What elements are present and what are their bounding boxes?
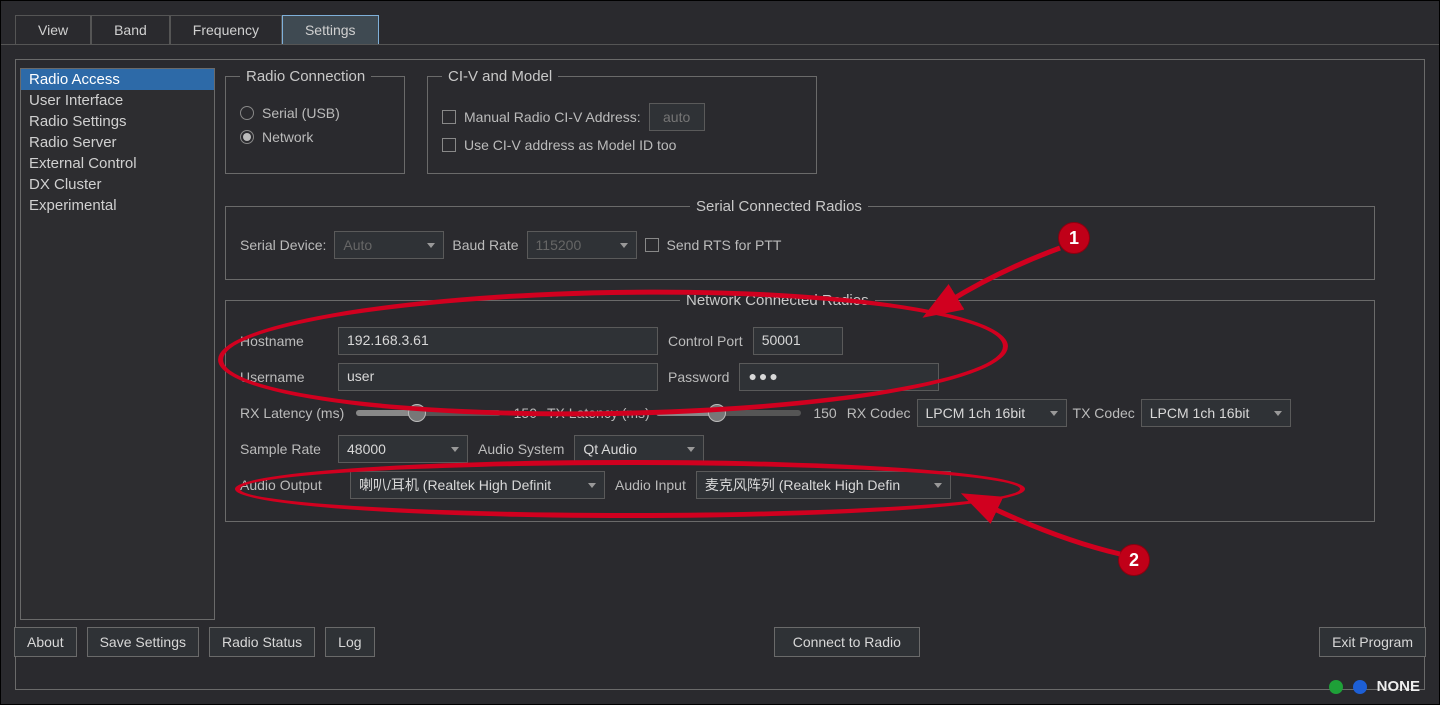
- baud-value: 115200: [536, 237, 582, 253]
- sidebar-item-radio-access[interactable]: Radio Access: [21, 69, 214, 90]
- rx-codec-value: LPCM 1ch 16bit: [926, 405, 1026, 421]
- label-rx-codec: RX Codec: [847, 405, 911, 421]
- input-username[interactable]: user: [338, 363, 658, 391]
- sidebar-item-dx-cluster[interactable]: DX Cluster: [21, 174, 214, 195]
- connect-to-radio-button[interactable]: Connect to Radio: [774, 627, 920, 657]
- select-audio-system[interactable]: Qt Audio: [574, 435, 704, 463]
- label-password: Password: [668, 369, 729, 385]
- caret-icon: [451, 447, 459, 452]
- caret-icon: [588, 483, 596, 488]
- checkbox-send-rts[interactable]: [645, 238, 659, 252]
- group-network-connected-radios: Network Connected Radios Hostname 192.16…: [225, 292, 1375, 522]
- radio-network[interactable]: Network: [240, 129, 390, 145]
- label-manual-civ: Manual Radio CI-V Address:: [464, 109, 641, 125]
- tab-settings[interactable]: Settings: [282, 15, 379, 44]
- app-window: View Band Frequency Settings Radio Acces…: [0, 0, 1440, 705]
- group-radio-connection: Radio Connection Serial (USB) Network: [225, 68, 405, 174]
- select-serial-device: Auto: [334, 231, 444, 259]
- label-baud-rate: Baud Rate: [452, 237, 518, 253]
- legend-serial: Serial Connected Radios: [690, 198, 868, 215]
- sidebar-item-user-interface[interactable]: User Interface: [21, 90, 214, 111]
- sidebar-item-experimental[interactable]: Experimental: [21, 195, 214, 216]
- rx-latency-value: 150: [507, 405, 537, 421]
- status-led-green-icon: [1329, 680, 1343, 694]
- select-rx-codec[interactable]: LPCM 1ch 16bit: [917, 399, 1067, 427]
- radio-icon: [240, 106, 254, 120]
- input-control-port[interactable]: 50001: [753, 327, 843, 355]
- slider-tx-latency[interactable]: [656, 410, 801, 416]
- sidebar-item-external-control[interactable]: External Control: [21, 153, 214, 174]
- input-password[interactable]: ●●●: [739, 363, 939, 391]
- radio-network-label: Network: [262, 129, 313, 145]
- annotation-arrow-2-icon: [980, 500, 1140, 570]
- tx-latency-value: 150: [807, 405, 837, 421]
- label-sample-rate: Sample Rate: [240, 441, 328, 457]
- slider-rx-latency[interactable]: [356, 410, 501, 416]
- annotation-arrow-1-icon: [940, 240, 1080, 320]
- label-audio-output: Audio Output: [240, 477, 340, 493]
- log-button[interactable]: Log: [325, 627, 374, 657]
- save-settings-button[interactable]: Save Settings: [87, 627, 199, 657]
- caret-icon: [427, 243, 435, 248]
- select-audio-input[interactable]: 麦克风阵列 (Realtek High Defin: [696, 471, 951, 499]
- audio-input-value: 麦克风阵列 (Realtek High Defin: [705, 475, 900, 495]
- group-serial-connected-radios: Serial Connected Radios Serial Device: A…: [225, 198, 1375, 280]
- caret-icon: [687, 447, 695, 452]
- label-audio-input: Audio Input: [615, 477, 686, 493]
- caret-icon: [620, 243, 628, 248]
- checkbox-civ-as-model[interactable]: [442, 138, 456, 152]
- tab-band[interactable]: Band: [91, 15, 170, 44]
- radio-serial-label: Serial (USB): [262, 105, 340, 121]
- legend-radio-connection: Radio Connection: [240, 68, 371, 85]
- about-button[interactable]: About: [14, 627, 77, 657]
- audio-system-value: Qt Audio: [583, 441, 637, 457]
- tab-view[interactable]: View: [15, 15, 91, 44]
- select-audio-output[interactable]: 喇叭/耳机 (Realtek High Definit: [350, 471, 605, 499]
- label-hostname: Hostname: [240, 333, 328, 349]
- status-led-blue-icon: [1353, 680, 1367, 694]
- label-send-rts: Send RTS for PTT: [667, 237, 782, 253]
- sidebar-item-radio-settings[interactable]: Radio Settings: [21, 111, 214, 132]
- audio-output-value: 喇叭/耳机 (Realtek High Definit: [359, 475, 551, 495]
- main-panel: Radio Access User Interface Radio Settin…: [15, 59, 1425, 690]
- radio-status-button[interactable]: Radio Status: [209, 627, 315, 657]
- exit-program-button[interactable]: Exit Program: [1319, 627, 1426, 657]
- sample-rate-value: 48000: [347, 441, 386, 457]
- label-username: Username: [240, 369, 328, 385]
- status-text: NONE: [1377, 678, 1420, 695]
- status-bar: NONE: [1329, 678, 1420, 695]
- label-serial-device: Serial Device:: [240, 237, 326, 253]
- serial-device-value: Auto: [343, 237, 372, 253]
- settings-sidebar: Radio Access User Interface Radio Settin…: [20, 68, 215, 620]
- label-tx-codec: TX Codec: [1073, 405, 1135, 421]
- radio-icon-checked: [240, 130, 254, 144]
- caret-icon: [1274, 411, 1282, 416]
- group-civ-model: CI-V and Model Manual Radio CI-V Address…: [427, 68, 817, 174]
- select-baud-rate: 115200: [527, 231, 637, 259]
- input-civ-address: [649, 103, 705, 131]
- label-civ-as-model: Use CI-V address as Model ID too: [464, 137, 676, 153]
- caret-icon: [1050, 411, 1058, 416]
- input-hostname[interactable]: 192.168.3.61: [338, 327, 658, 355]
- caret-icon: [934, 483, 942, 488]
- checkbox-manual-civ[interactable]: [442, 110, 456, 124]
- settings-right-pane: Radio Connection Serial (USB) Network CI…: [225, 64, 1420, 624]
- label-rx-latency: RX Latency (ms): [240, 405, 350, 421]
- select-sample-rate[interactable]: 48000: [338, 435, 468, 463]
- sidebar-item-radio-server[interactable]: Radio Server: [21, 132, 214, 153]
- tx-codec-value: LPCM 1ch 16bit: [1150, 405, 1250, 421]
- legend-network: Network Connected Radios: [680, 292, 875, 309]
- label-tx-latency: TX Latency (ms): [547, 405, 650, 421]
- select-tx-codec[interactable]: LPCM 1ch 16bit: [1141, 399, 1291, 427]
- tab-frequency[interactable]: Frequency: [170, 15, 282, 44]
- label-audio-system: Audio System: [478, 441, 564, 457]
- legend-civ: CI-V and Model: [442, 68, 558, 85]
- label-control-port: Control Port: [668, 333, 743, 349]
- tabbar: View Band Frequency Settings: [1, 1, 1439, 45]
- bottom-bar: About Save Settings Radio Status Log Con…: [14, 627, 1426, 657]
- radio-serial-usb[interactable]: Serial (USB): [240, 105, 390, 121]
